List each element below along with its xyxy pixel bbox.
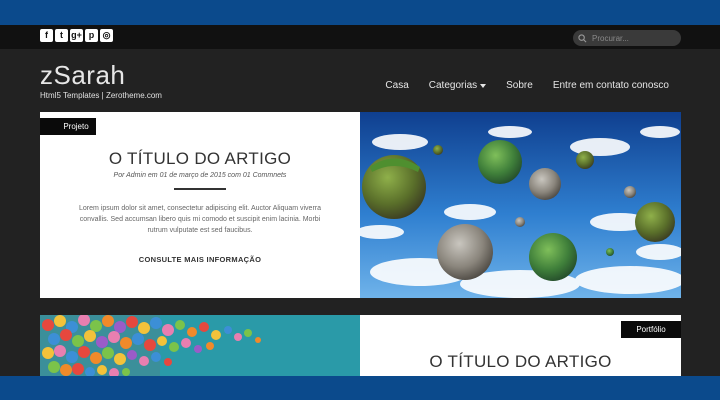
category-tag[interactable]: Projeto bbox=[40, 118, 96, 135]
nav-item-casa[interactable]: Casa bbox=[385, 80, 408, 91]
post-text: Projeto O TÍTULO DO ARTIGO Por Admin em … bbox=[40, 112, 360, 298]
google-plus-icon[interactable]: g+ bbox=[70, 29, 83, 42]
category-tag[interactable]: Portfólio bbox=[621, 321, 681, 338]
site-title[interactable]: zSarah bbox=[40, 60, 125, 91]
search-input[interactable] bbox=[592, 33, 678, 43]
nav-item-categorias[interactable]: Categorias bbox=[428, 80, 487, 91]
post-excerpt: Lorem ipsum dolor sit amet, consectetur … bbox=[79, 205, 321, 235]
chevron-down-icon bbox=[480, 83, 487, 88]
nav-item-sobre[interactable]: Sobre bbox=[506, 80, 533, 91]
title-divider bbox=[174, 188, 226, 190]
nav-item-label: Categorias bbox=[428, 80, 478, 91]
nav-item-label: Casa bbox=[385, 80, 409, 91]
instagram-icon[interactable]: ◎ bbox=[100, 29, 113, 42]
post-text: Portfólio O TÍTULO DO ARTIGO bbox=[360, 315, 681, 376]
nav-item-contato[interactable]: Entre em contato conosco bbox=[553, 80, 669, 91]
post-image[interactable] bbox=[360, 112, 681, 298]
search-box bbox=[573, 30, 681, 46]
post-card: Projeto O TÍTULO DO ARTIGO Por Admin em … bbox=[40, 112, 681, 298]
nav-item-label: Sobre bbox=[506, 80, 533, 91]
twitter-icon[interactable]: t bbox=[55, 29, 68, 42]
window-frame-bottom bbox=[0, 376, 720, 400]
facebook-icon[interactable]: f bbox=[40, 29, 53, 42]
nav-item-label: Entre em contato conosco bbox=[552, 80, 669, 91]
read-more-link[interactable]: CONSULTE MAIS INFORMAÇÃO bbox=[40, 255, 360, 264]
post-image[interactable] bbox=[40, 315, 360, 376]
post-title[interactable]: O TÍTULO DO ARTIGO bbox=[360, 352, 681, 372]
window-frame-top bbox=[0, 0, 720, 25]
top-bar: f t g+ p ◎ bbox=[0, 25, 720, 49]
pinterest-icon[interactable]: p bbox=[85, 29, 98, 42]
site-tagline: Html5 Templates | Zerotheme.com bbox=[40, 91, 162, 100]
post-title[interactable]: O TÍTULO DO ARTIGO bbox=[40, 149, 360, 169]
post-meta: Por Admin em 01 de março de 2015 com 01 … bbox=[113, 172, 287, 179]
search-icon bbox=[578, 33, 587, 42]
site-header: zSarah Html5 Templates | Zerotheme.com C… bbox=[0, 49, 720, 111]
social-icons: f t g+ p ◎ bbox=[40, 29, 113, 42]
main-nav: Casa Categorias Sobre Entre em contato c… bbox=[385, 80, 669, 91]
post-card: Portfólio O TÍTULO DO ARTIGO bbox=[40, 315, 681, 376]
